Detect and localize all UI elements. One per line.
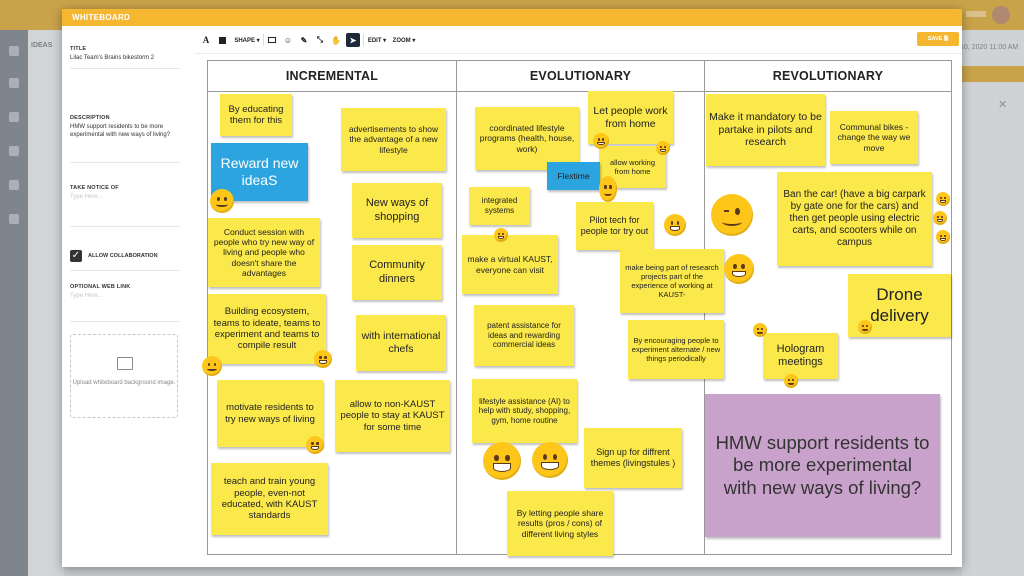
smiley-icon[interactable]: [784, 374, 798, 388]
zoom-menu-button[interactable]: ZOOM ▾: [391, 33, 417, 47]
description-field[interactable]: HMW support residents to be more experim…: [70, 123, 188, 139]
web-link-input[interactable]: Type Here...: [70, 293, 103, 299]
grin-icon[interactable]: [494, 228, 508, 242]
sticky-note[interactable]: Flextime: [547, 162, 600, 190]
allow-collaboration-checkbox[interactable]: ✓: [70, 250, 82, 262]
save-button[interactable]: SAVE 🗎: [917, 32, 959, 46]
text-tool-icon[interactable]: A: [199, 33, 213, 47]
grin-icon[interactable]: [724, 254, 754, 284]
sticky-note[interactable]: By encouraging people to experiment alte…: [628, 320, 724, 379]
smiley-icon[interactable]: [202, 356, 222, 376]
sticky-note[interactable]: Community dinners: [352, 245, 442, 300]
column-header-incremental: INCREMENTAL: [285, 69, 379, 83]
sticky-note[interactable]: Building ecosystem, teams to ideate, tea…: [208, 294, 326, 364]
take-notice-input[interactable]: Type Here...: [70, 194, 103, 200]
sticky-note[interactable]: By educating them for this: [220, 94, 292, 136]
image-tool-icon[interactable]: [265, 33, 279, 47]
title-label: TITLE: [70, 46, 87, 52]
sticky-note[interactable]: Ban the car! (have a big carpark by gate…: [777, 172, 932, 266]
smiley-icon[interactable]: [599, 176, 617, 202]
sticky-note[interactable]: motivate residents to try new ways of li…: [217, 380, 323, 447]
sticky-note[interactable]: with international chefs: [356, 315, 446, 371]
sticky-note[interactable]: Make it mandatory to be partake in pilot…: [706, 94, 825, 166]
sticky-note[interactable]: coordinated lifestyle programs (health, …: [475, 107, 579, 170]
image-icon: [117, 357, 133, 370]
sticky-note[interactable]: advertisements to show the advantage of …: [341, 108, 446, 171]
column-header-revolutionary: REVOLUTIONARY: [772, 69, 884, 83]
sticky-note[interactable]: make being part of research projects par…: [620, 249, 724, 313]
sticky-note[interactable]: Pilot tech for people tor try out: [576, 202, 653, 250]
upload-background-dropzone[interactable]: Upload whiteboard background image.: [70, 334, 178, 418]
select-tool-icon[interactable]: ➤: [346, 33, 360, 47]
whiteboard-canvas[interactable]: INCREMENTAL EVOLUTIONARY REVOLUTIONARY B…: [202, 60, 952, 556]
sticky-note[interactable]: integrated systems: [469, 187, 530, 225]
grin-icon[interactable]: [314, 350, 332, 368]
whiteboard-settings-pane: TITLE Lilac Team's Brains bikestorm 2 DE…: [62, 26, 195, 567]
smiley-icon[interactable]: [858, 320, 872, 334]
avatar: [992, 6, 1010, 24]
connector-tool-icon[interactable]: ⤡: [313, 33, 327, 47]
grin-icon[interactable]: [306, 436, 324, 454]
background-ideas-label: IDEAS: [31, 42, 53, 49]
sticky-note[interactable]: make a virtual KAUST, everyone can visit: [462, 235, 558, 294]
upload-text: Upload whiteboard background image.: [72, 380, 176, 386]
grin-icon[interactable]: [936, 230, 950, 244]
edit-menu-button[interactable]: EDIT ▾: [366, 33, 388, 47]
take-notice-label: TAKE NOTICE OF: [70, 185, 119, 191]
grin-icon[interactable]: [483, 442, 521, 480]
pen-tool-icon[interactable]: ✎: [297, 33, 311, 47]
sticky-note[interactable]: allow to non-KAUST people to stay at KAU…: [335, 380, 450, 452]
background-right-panel: 10, 2020 11:00 AM ✕: [960, 30, 1024, 576]
sticky-note[interactable]: Communal bikes - change the way we move: [830, 111, 918, 164]
sticky-note[interactable]: patent assistance for ideas and rewardin…: [474, 305, 574, 366]
background-sidebar: [0, 30, 28, 576]
background-left-panel: IDEAS: [28, 30, 64, 576]
sticky-note[interactable]: teach and train young people, even-not e…: [211, 463, 328, 535]
sticky-note[interactable]: HMW support residents to be more experim…: [705, 394, 940, 537]
wink-icon[interactable]: [711, 194, 753, 236]
sticky-note[interactable]: Hologram meetings: [763, 333, 838, 379]
sticky-note[interactable]: Conduct session with people who try new …: [208, 218, 320, 287]
grin-icon[interactable]: [593, 133, 609, 149]
allow-collaboration-label: ALLOW COLLABORATION: [88, 253, 158, 259]
sticky-note[interactable]: lifestyle assistance (AI) to help with s…: [472, 379, 577, 443]
whiteboard-toolbar: A SHAPE ▾ ☺ ✎ ⤡ ✋ ➤ EDIT ▾ ZOOM ▾ SAVE 🗎: [195, 26, 962, 54]
emoji-tool-icon[interactable]: ☺: [281, 33, 295, 47]
shape-menu-button[interactable]: SHAPE ▾: [233, 33, 261, 47]
description-label: DESCRIPTION: [70, 115, 110, 121]
grin-icon[interactable]: [936, 192, 950, 206]
modal-title: WHITEBOARD: [72, 13, 131, 22]
whiteboard-modal: WHITEBOARD TITLE Lilac Team's Brains bik…: [62, 9, 962, 567]
web-link-label: OPTIONAL WEB LINK: [70, 284, 131, 290]
sticky-note-tool-icon[interactable]: [215, 33, 229, 47]
close-icon: ✕: [998, 99, 1008, 111]
grin-icon[interactable]: [664, 214, 686, 236]
grin-icon[interactable]: [933, 211, 947, 225]
title-field[interactable]: Lilac Team's Brains bikestorm 2: [70, 54, 188, 62]
sticky-note[interactable]: New ways of shopping: [352, 183, 442, 238]
background-date: 10, 2020 11:00 AM: [960, 44, 1019, 51]
smiley-icon[interactable]: [210, 189, 234, 213]
column-header-evolutionary: EVOLUTIONARY: [529, 69, 632, 83]
modal-header: WHITEBOARD: [62, 9, 962, 26]
sticky-note[interactable]: By letting people share results (pros / …: [507, 491, 613, 556]
hand-tool-icon[interactable]: ✋: [329, 33, 343, 47]
smiley-icon[interactable]: [753, 323, 767, 337]
grin-icon[interactable]: [532, 442, 568, 478]
sticky-note[interactable]: Sign up for diffrent themes (livingstule…: [584, 428, 682, 488]
grin-icon[interactable]: [656, 141, 670, 155]
